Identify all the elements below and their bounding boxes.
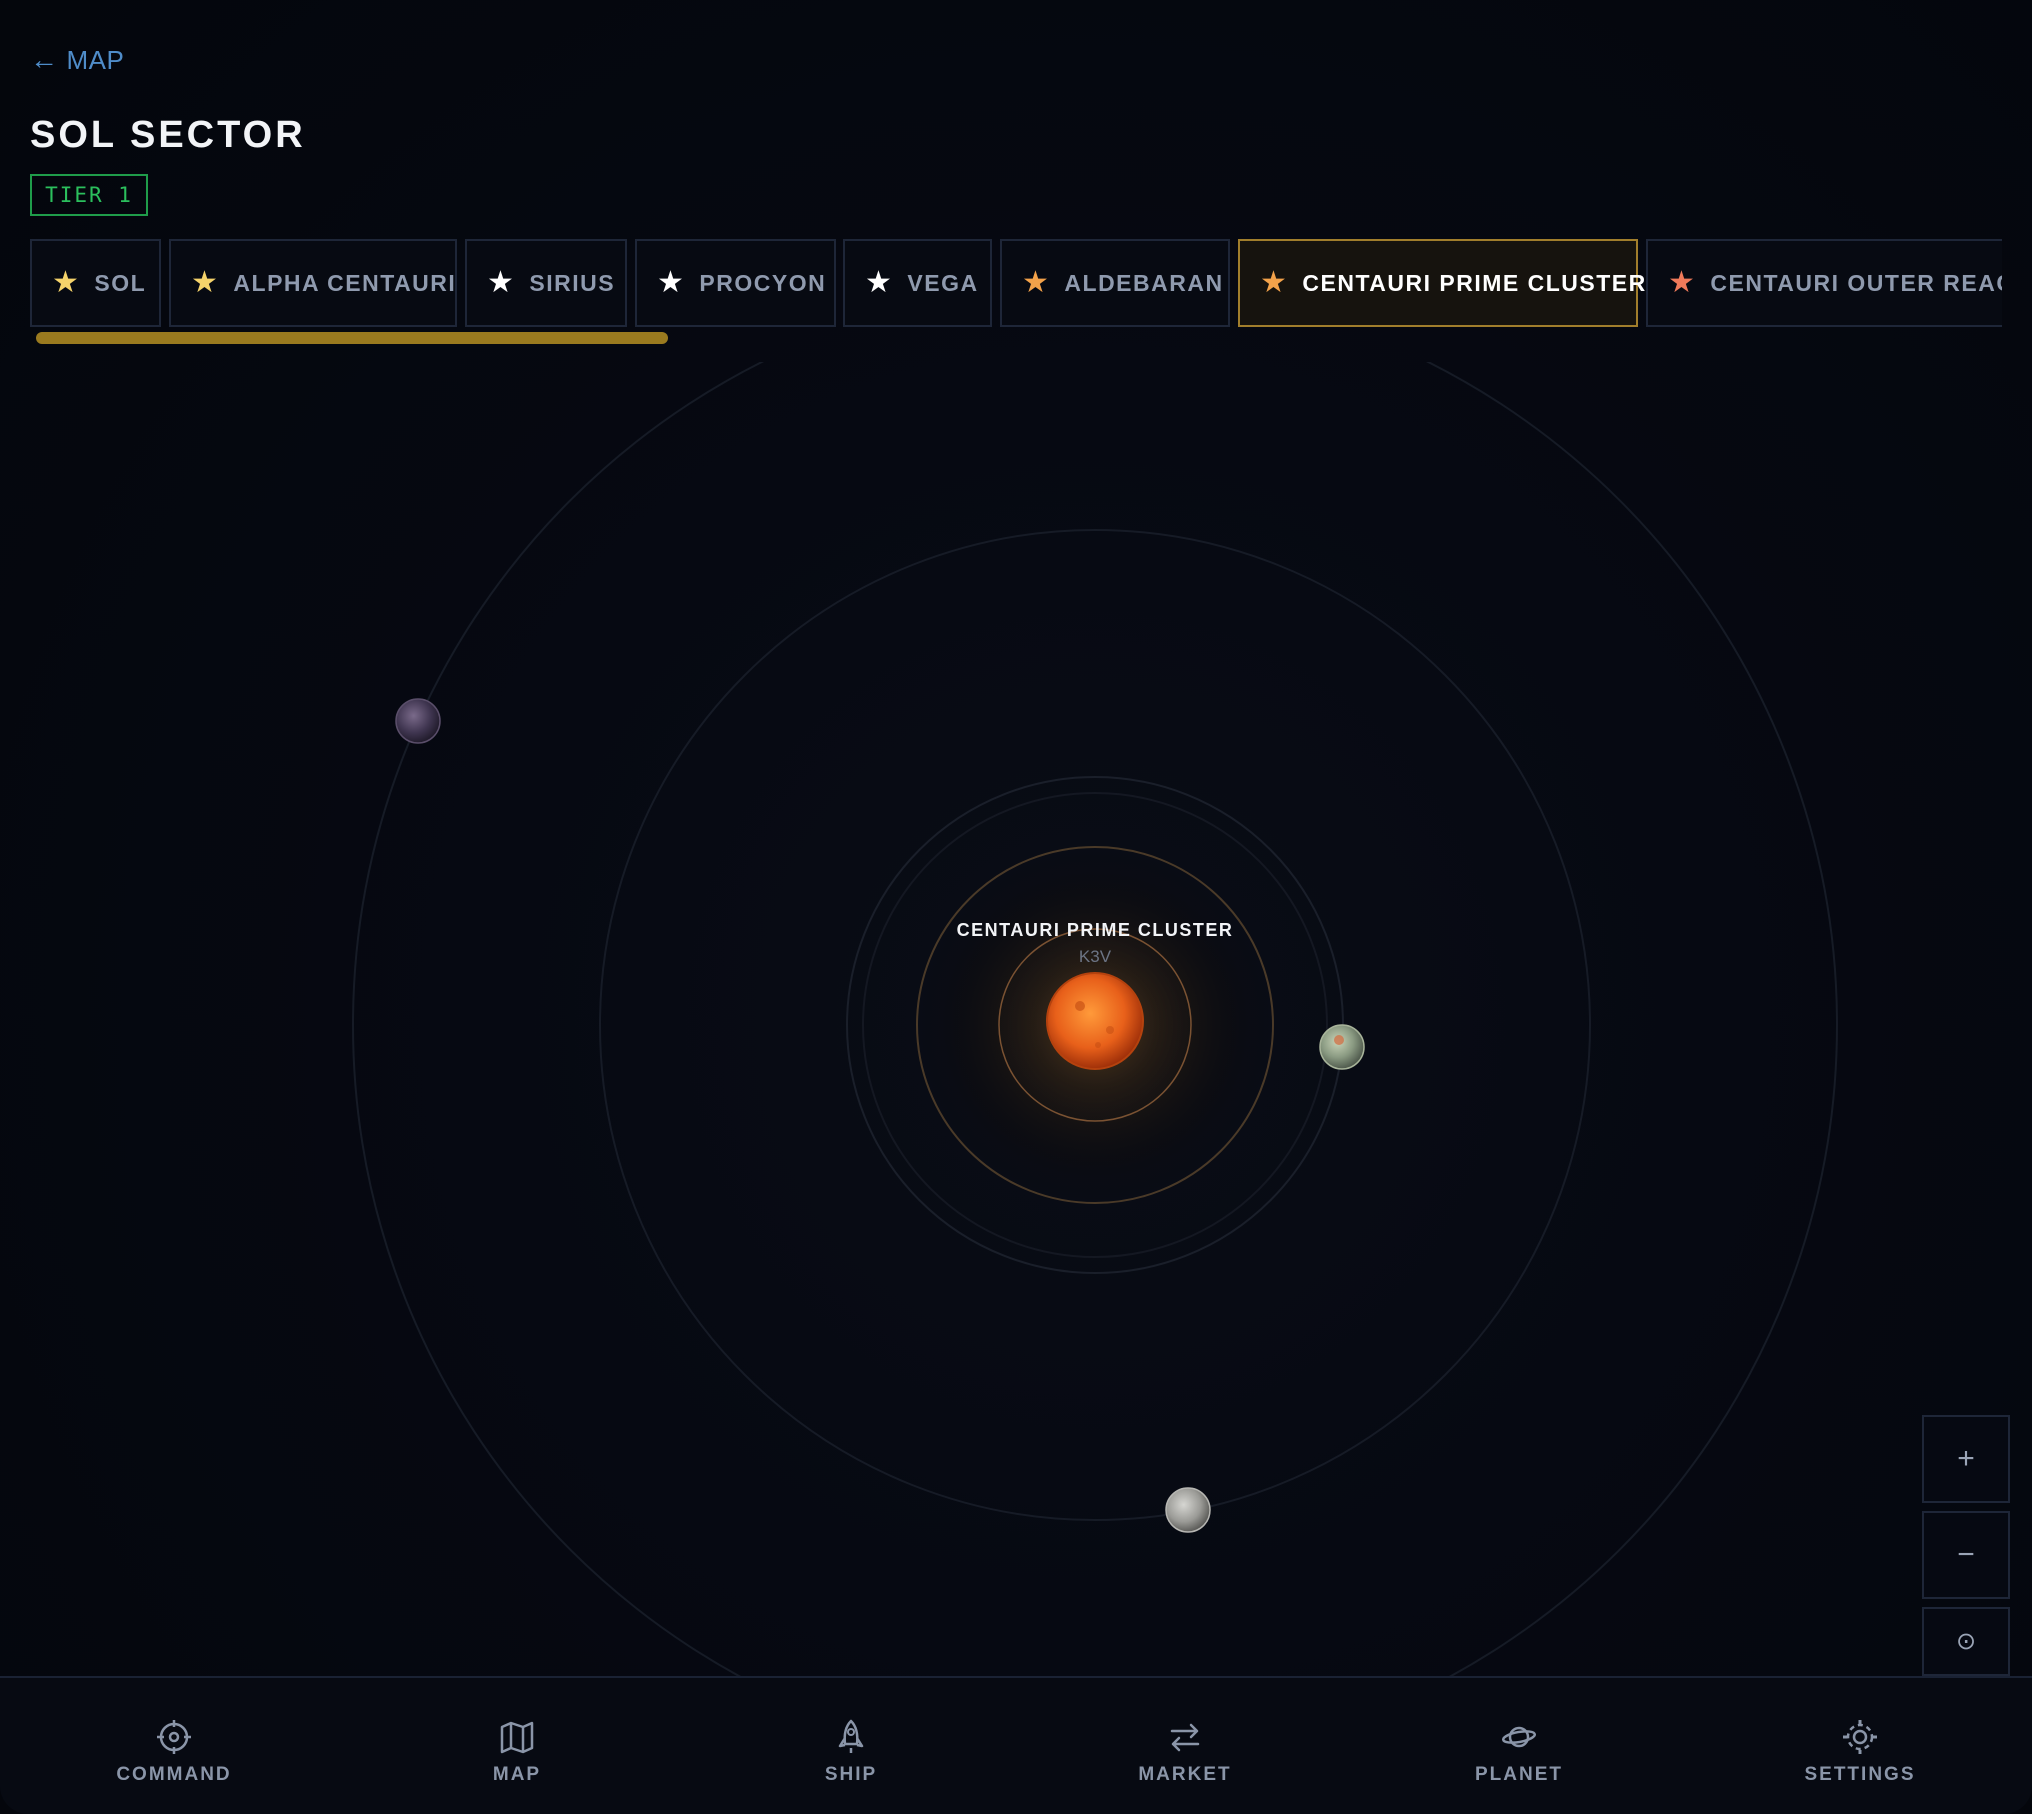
- crosshair-icon: [157, 1720, 191, 1754]
- gear-icon: [1843, 1720, 1877, 1754]
- nav-label: MARKET: [1138, 1764, 1232, 1785]
- recenter-button[interactable]: ⊙: [1922, 1607, 2010, 1676]
- planet-feature: [1334, 1035, 1344, 1045]
- nav-label: PLANET: [1475, 1764, 1563, 1785]
- exchange-icon: [1170, 1723, 1200, 1752]
- nav-settings[interactable]: SETTINGS: [1750, 1718, 1970, 1786]
- nav-market[interactable]: MARKET: [1075, 1718, 1295, 1786]
- star-system-screen: ← MAP SOL SECTOR TIER 1 ★ SOL ★ ALPHA CE…: [0, 0, 2032, 1814]
- star[interactable]: [1046, 972, 1144, 1070]
- nav-label: MAP: [492, 1764, 542, 1785]
- planet-green[interactable]: [1319, 1024, 1365, 1070]
- nav-command[interactable]: COMMAND: [64, 1718, 284, 1786]
- star-spot: [1106, 1026, 1114, 1034]
- star-spot: [1095, 1042, 1101, 1048]
- map-icon: [500, 1721, 534, 1754]
- star-spot: [1075, 1001, 1085, 1011]
- zoom-in-button[interactable]: +: [1922, 1415, 2010, 1503]
- nav-label: SHIP: [824, 1764, 878, 1785]
- planet-grey[interactable]: [1165, 1487, 1211, 1533]
- nav-label: COMMAND: [116, 1764, 232, 1785]
- nav-label: SETTINGS: [1804, 1764, 1916, 1785]
- planet-icon: [1501, 1726, 1537, 1748]
- rocket-icon: [838, 1719, 864, 1753]
- star-name-label: CENTAURI PRIME CLUSTER: [957, 920, 1234, 940]
- nav-planet[interactable]: PLANET: [1409, 1718, 1629, 1786]
- nav-ship[interactable]: SHIP: [741, 1718, 961, 1786]
- bottom-navigation: COMMAND MAP SHIP MARKET PLANET SETTINGS: [0, 1676, 2032, 1814]
- star-system-view: CENTAURI PRIME CLUSTER K3V: [352, 362, 1838, 1676]
- zoom-out-button[interactable]: −: [1922, 1511, 2010, 1599]
- star-class-label: K3V: [1079, 947, 1112, 966]
- planet-purple[interactable]: [395, 698, 441, 744]
- nav-map[interactable]: MAP: [407, 1718, 627, 1786]
